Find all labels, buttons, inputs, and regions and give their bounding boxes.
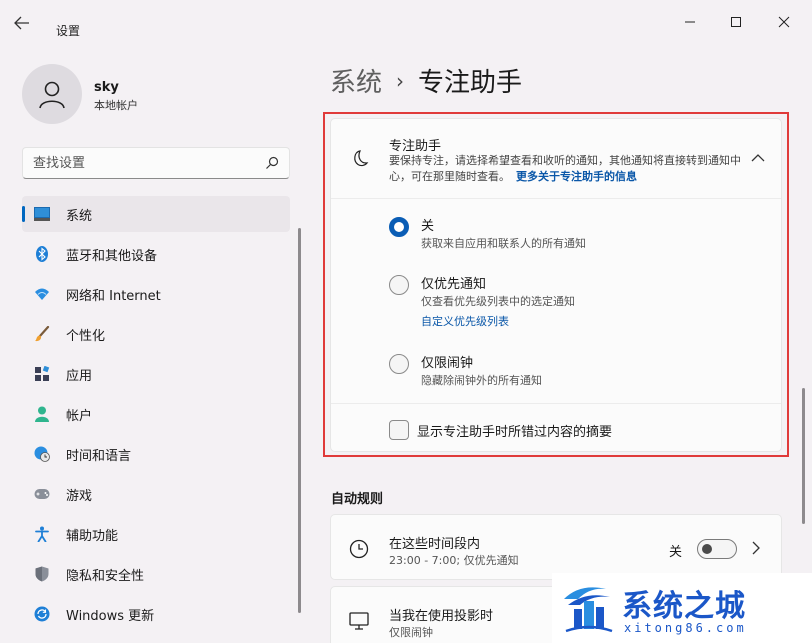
maximize-icon (731, 17, 741, 27)
sidebar-item-label: 辅助功能 (66, 528, 119, 544)
sidebar-item-label: 应用 (66, 368, 93, 384)
rule-description: 仅限闹钟 (389, 626, 433, 639)
globe-clock-icon (34, 446, 50, 462)
auto-rules-title: 自动规则 (331, 492, 384, 507)
breadcrumb-parent[interactable]: 系统 (330, 62, 382, 99)
brush-icon (34, 326, 50, 342)
user-name: sky (94, 80, 119, 95)
rule-title: 在这些时间段内 (389, 537, 481, 552)
search-icon[interactable] (265, 156, 279, 170)
close-icon (778, 16, 790, 28)
moon-icon (354, 150, 369, 167)
app-title: 设置 (56, 24, 81, 38)
system-icon (34, 206, 50, 222)
option-label: 仅限闹钟 (421, 356, 474, 371)
rule-toggle[interactable] (697, 539, 737, 559)
rule-title: 当我在使用投影时 (389, 609, 494, 624)
close-button[interactable] (764, 10, 804, 34)
option-description: 获取来自应用和联系人的所有通知 (421, 237, 586, 250)
account-icon (34, 406, 50, 422)
settings-window: 设置 sky 本地帐户 系统 (0, 0, 812, 643)
accessibility-icon (34, 526, 50, 542)
sidebar-item-label: 游戏 (66, 488, 93, 504)
user-icon (39, 81, 65, 109)
option-label: 仅优先通知 (421, 277, 487, 292)
bluetooth-icon (34, 246, 50, 262)
sidebar-item-label: 帐户 (66, 408, 93, 424)
option-description: 仅查看优先级列表中的选定通知 (421, 295, 575, 308)
sidebar-item-label: 时间和语言 (66, 448, 132, 464)
watermark-url: xitong86.com (624, 621, 747, 635)
chevron-up-icon[interactable] (751, 153, 765, 163)
gamepad-icon (34, 486, 50, 502)
sidebar-item-bluetooth[interactable]: 蓝牙和其他设备 (22, 236, 290, 272)
option-description: 隐藏除闹钟外的所有通知 (421, 374, 542, 387)
focus-assist-header[interactable]: 专注助手 要保持专注，请选择希望查看和收听的通知，其他通知将直接转到通知中心，可… (331, 119, 781, 199)
sidebar-item-accessibility[interactable]: 辅助功能 (22, 516, 290, 552)
focus-assist-description: 要保持专注，请选择希望查看和收听的通知，其他通知将直接转到通知中心，可在那里随时… (389, 153, 749, 185)
sidebar-item-network[interactable]: 网络和 Internet (22, 276, 290, 312)
settings-search-box (22, 147, 290, 179)
city-logo-icon (564, 587, 613, 633)
sidebar-item-label: 个性化 (66, 328, 106, 344)
sidebar-nav: 系统 蓝牙和其他设备 网络和 Internet 个性化 应用 帐户 时间和语言 … (22, 196, 290, 636)
sidebar-item-personalization[interactable]: 个性化 (22, 316, 290, 352)
shield-icon (34, 566, 50, 582)
back-button[interactable] (14, 16, 34, 32)
rule-during-time[interactable]: 在这些时间段内 23:00 - 7:00; 仅优先通知 关 (330, 514, 782, 580)
more-info-link[interactable]: 更多关于专注助手的信息 (516, 170, 637, 183)
sidebar-item-label: 蓝牙和其他设备 (66, 248, 158, 264)
sidebar-item-privacy[interactable]: 隐私和安全性 (22, 556, 290, 592)
main-scrollbar[interactable] (802, 388, 805, 524)
avatar (22, 64, 82, 124)
minimize-icon (685, 21, 695, 23)
focus-assist-card: 专注助手 要保持专注，请选择希望查看和收听的通知，其他通知将直接转到通知中心，可… (330, 118, 782, 452)
breadcrumb: 系统 › 专注助手 (330, 62, 522, 99)
sidebar-item-label: 系统 (66, 208, 93, 224)
radio-alarms-only[interactable] (389, 354, 409, 374)
sidebar-item-label: 隐私和安全性 (66, 568, 145, 584)
sidebar-item-accounts[interactable]: 帐户 (22, 396, 290, 432)
customize-priority-list-link[interactable]: 自定义优先级列表 (421, 313, 509, 329)
breadcrumb-separator: › (396, 68, 405, 93)
sidebar-item-gaming[interactable]: 游戏 (22, 476, 290, 512)
account-type: 本地帐户 (94, 99, 138, 112)
watermark-title: 系统之城 (622, 589, 746, 624)
sidebar-item-system[interactable]: 系统 (22, 196, 290, 232)
clock-icon (349, 539, 369, 559)
back-arrow-icon (14, 16, 29, 30)
sidebar-item-windows-update[interactable]: Windows 更新 (22, 596, 290, 632)
radio-off[interactable] (389, 217, 409, 237)
focus-assist-title: 专注助手 (389, 139, 442, 154)
toggle-state-label: 关 (669, 545, 683, 560)
radio-priority-only[interactable] (389, 275, 409, 295)
summary-checkbox-label: 显示专注助手时所错过内容的摘要 (417, 425, 613, 440)
toggle-knob (702, 544, 712, 554)
wifi-icon (34, 286, 50, 302)
summary-row[interactable]: 显示专注助手时所错过内容的摘要 (331, 403, 781, 453)
title-bar: 设置 (0, 0, 812, 44)
page-title: 专注助手 (418, 68, 523, 98)
sidebar-scrollbar[interactable] (298, 228, 301, 613)
maximize-button[interactable] (716, 10, 756, 34)
option-label: 关 (421, 219, 435, 234)
apps-icon (34, 366, 50, 382)
sidebar-item-time-language[interactable]: 时间和语言 (22, 436, 290, 472)
sidebar-item-label: Windows 更新 (66, 608, 155, 624)
summary-checkbox[interactable] (389, 420, 409, 440)
watermark: 系统之城 xitong86.com (552, 573, 812, 643)
monitor-icon (349, 612, 369, 630)
minimize-button[interactable] (670, 10, 710, 34)
sidebar-item-apps[interactable]: 应用 (22, 356, 290, 392)
search-input[interactable] (33, 154, 253, 172)
sidebar-item-label: 网络和 Internet (66, 288, 161, 304)
update-icon (34, 606, 50, 622)
rule-description: 23:00 - 7:00; 仅优先通知 (389, 554, 519, 567)
chevron-right-icon[interactable] (751, 541, 761, 555)
